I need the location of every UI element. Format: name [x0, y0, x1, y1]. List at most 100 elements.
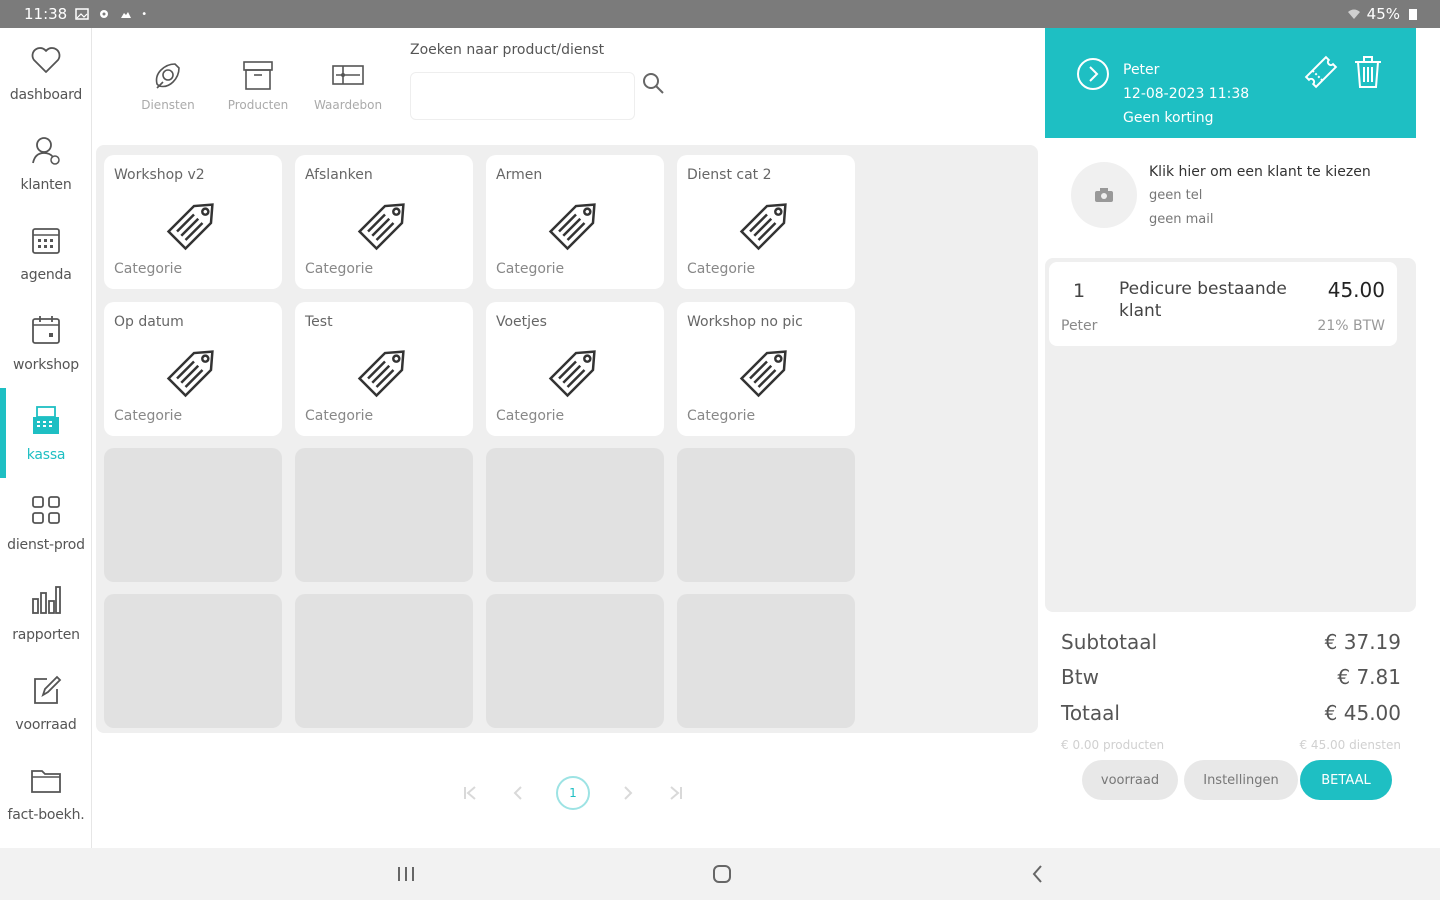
tag-icon [739, 203, 787, 251]
empty-tile [677, 594, 855, 728]
sidebar-item-dashboard[interactable]: dashboard [0, 28, 92, 118]
tag-icon [548, 350, 596, 398]
stock-button[interactable]: voorraad [1082, 760, 1178, 800]
tag-icon [166, 203, 214, 251]
camera-icon [1095, 188, 1113, 202]
vat-value: € 7.81 [1337, 665, 1401, 689]
product-tile[interactable]: Op datum Categorie [104, 302, 282, 436]
empty-tile [677, 448, 855, 582]
sidebar-item-label: workshop [13, 357, 79, 373]
tile-category: Categorie [687, 261, 756, 277]
box-icon [243, 61, 273, 90]
tile-category: Categorie [114, 408, 183, 424]
tile-name: Test [305, 314, 333, 330]
tag-icon [357, 203, 405, 251]
services-total: € 45.00 diensten [1299, 738, 1401, 752]
sidebar-item-label: kassa [26, 447, 66, 463]
product-tile[interactable]: Voetjes Categorie [486, 302, 664, 436]
search-input[interactable] [410, 72, 635, 120]
sidebar-item-label: agenda [20, 267, 72, 283]
search-label: Zoeken naar product/dienst [410, 42, 605, 58]
products-label: Producten [227, 98, 289, 112]
cloud-icon [121, 12, 132, 18]
total-value: € 45.00 [1324, 701, 1401, 725]
calendar-blank-icon [32, 316, 60, 344]
product-tile[interactable]: Test Categorie [295, 302, 473, 436]
empty-tile [295, 594, 473, 728]
tile-name: Voetjes [496, 314, 547, 330]
register-icon [33, 406, 59, 434]
product-tile[interactable]: Workshop no pic Categorie [677, 302, 855, 436]
order-employee: Peter [1123, 62, 1160, 78]
services-label: Diensten [141, 98, 195, 112]
product-tile[interactable]: Armen Categorie [486, 155, 664, 289]
product-tile[interactable]: Afslanken Categorie [295, 155, 473, 289]
products-button[interactable]: Producten [213, 58, 303, 118]
sidebar-item-label: voorraad [15, 717, 77, 733]
tile-name: Op datum [114, 314, 184, 330]
customer-prompt: Klik hier om een klant te kiezen [1149, 164, 1371, 180]
trash-icon[interactable] [1351, 54, 1385, 90]
order-line[interactable]: 1 Pedicure bestaande klant 45.00 Peter 2… [1049, 262, 1397, 346]
current-page[interactable]: 1 [556, 776, 590, 810]
recent-apps-icon[interactable] [394, 862, 418, 886]
last-page-icon[interactable] [666, 783, 686, 803]
tile-category: Categorie [687, 408, 756, 424]
sidebar-item-rapporten[interactable]: rapporten [0, 568, 92, 658]
sidebar-item-fact-boekh[interactable]: fact-boekh. [0, 748, 92, 838]
empty-tile [104, 448, 282, 582]
tile-name: Workshop v2 [114, 167, 205, 183]
chevron-right-circle-icon[interactable] [1075, 56, 1111, 92]
sidebar-item-workshop[interactable]: workshop [0, 298, 92, 388]
total-row: Totaal € 45.00 [1061, 701, 1401, 725]
tag-icon [357, 350, 405, 398]
empty-tile [104, 594, 282, 728]
services-icon [155, 63, 180, 89]
tile-category: Categorie [305, 261, 374, 277]
back-icon[interactable] [1026, 862, 1050, 886]
pay-button[interactable]: BETAAL [1300, 760, 1392, 800]
sidebar-item-agenda[interactable]: agenda [0, 208, 92, 298]
voucher-icon [332, 65, 364, 85]
sidebar-item-kassa[interactable]: kassa [0, 388, 92, 478]
sidebar-item-dienst-prod[interactable]: dienst-prod [0, 478, 92, 568]
ticket-icon[interactable] [1303, 54, 1339, 90]
line-price: 45.00 [1327, 278, 1385, 302]
subtotal-value: € 37.19 [1324, 630, 1401, 654]
sidebar-item-label: dienst-prod [7, 537, 85, 553]
next-page-icon[interactable] [618, 783, 638, 803]
order-discount[interactable]: Geen korting [1123, 106, 1249, 130]
battery-level: 45% [1366, 5, 1400, 23]
home-icon[interactable] [710, 862, 734, 886]
sidebar-item-klanten[interactable]: klanten [0, 118, 92, 208]
first-page-icon[interactable] [460, 783, 480, 803]
sidebar: dashboard klanten agenda workshop kassa … [0, 28, 92, 848]
clock: 11:38 [24, 5, 68, 23]
total-label: Totaal [1061, 701, 1120, 725]
search-icon[interactable] [640, 70, 666, 96]
customer-picker[interactable]: Klik hier om een klant te kiezen geen te… [1045, 138, 1416, 254]
sidebar-item-label: dashboard [9, 87, 83, 103]
empty-tile [295, 448, 473, 582]
tile-category: Categorie [496, 408, 565, 424]
settings-button[interactable]: Instellingen [1184, 760, 1298, 800]
empty-tile [486, 448, 664, 582]
order-header: Peter 12-08-2023 11:38 Geen korting [1045, 28, 1416, 138]
line-employee: Peter [1061, 318, 1098, 334]
tile-category: Categorie [114, 261, 183, 277]
system-nav-bar [0, 848, 1440, 900]
calendar-icon [32, 228, 60, 254]
grid-icon [32, 496, 60, 524]
product-tile[interactable]: Dienst cat 2 Categorie [677, 155, 855, 289]
pagination: 1 [460, 776, 686, 810]
product-tile[interactable]: Workshop v2 Categorie [104, 155, 282, 289]
prev-page-icon[interactable] [508, 783, 528, 803]
line-quantity: 1 [1073, 280, 1086, 302]
vat-label: Btw [1061, 665, 1099, 689]
vouchers-button[interactable]: Waardebon [303, 58, 393, 118]
tile-category: Categorie [496, 261, 565, 277]
tag-icon [548, 203, 596, 251]
line-vat: 21% BTW [1317, 318, 1385, 334]
services-button[interactable]: Diensten [123, 58, 213, 118]
sidebar-item-voorraad[interactable]: voorraad [0, 658, 92, 748]
